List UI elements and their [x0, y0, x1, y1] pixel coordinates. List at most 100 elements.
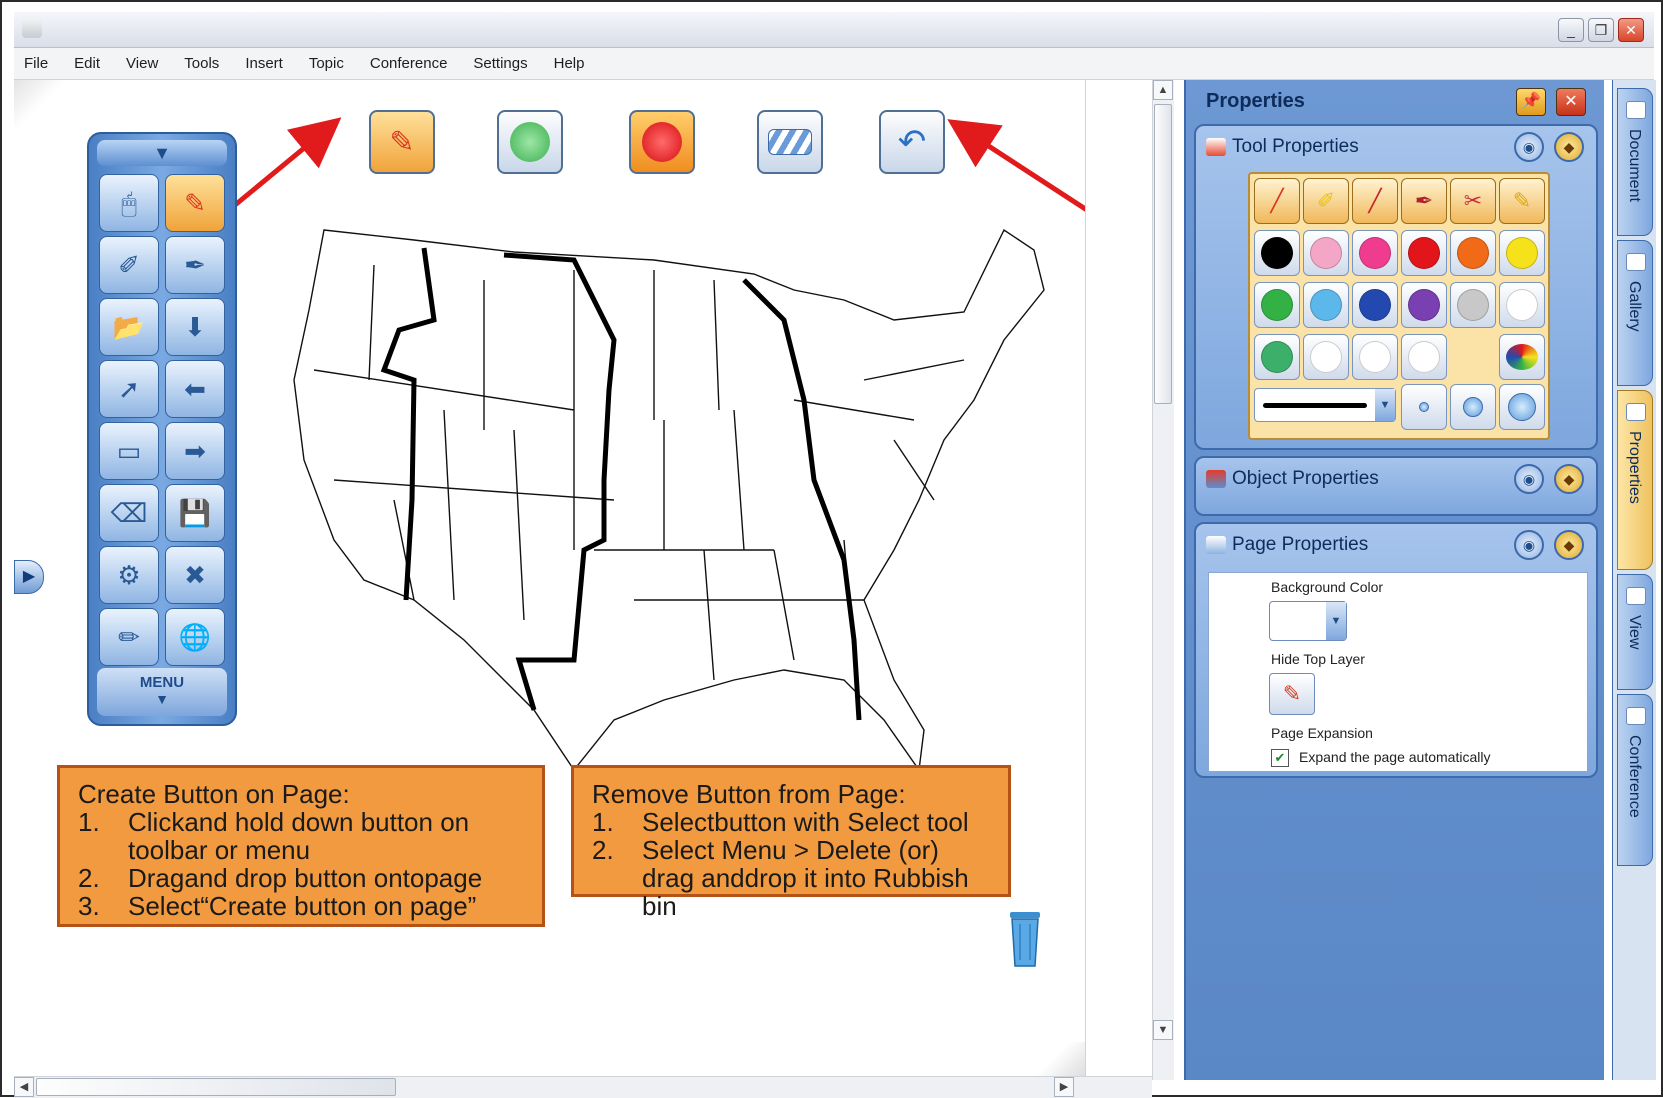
- save-button[interactable]: 💾: [165, 484, 225, 542]
- chevron-down-icon: ▼: [1326, 602, 1346, 640]
- left-panel-handle[interactable]: ▶: [14, 560, 44, 594]
- color-swatch[interactable]: [1254, 282, 1300, 328]
- color-swatch[interactable]: [1303, 282, 1349, 328]
- open-file-button[interactable]: 📂: [99, 298, 159, 356]
- color-swatch[interactable]: [1352, 282, 1398, 328]
- color-swatch[interactable]: [1352, 334, 1398, 380]
- color-swatch[interactable]: [1450, 282, 1496, 328]
- color-swatch[interactable]: [1401, 282, 1447, 328]
- toolbar-menu-button[interactable]: MENU ▼: [97, 668, 227, 716]
- side-tab-view[interactable]: View: [1617, 574, 1653, 690]
- side-tab-label: Gallery: [1626, 281, 1643, 332]
- close-button[interactable]: ✕: [1618, 18, 1644, 42]
- pen-icon: ✎: [184, 188, 206, 218]
- scroll-down-button[interactable]: ▼: [1153, 1020, 1173, 1040]
- mouse-tool-button[interactable]: 🖱: [99, 174, 159, 232]
- tip-tweezers-button[interactable]: ✂: [1450, 178, 1496, 224]
- restore-button[interactable]: ❐: [1588, 18, 1614, 42]
- select-tool-button[interactable]: ➚: [99, 360, 159, 418]
- collapse-section-button[interactable]: ◆: [1554, 530, 1584, 560]
- object-properties-header[interactable]: Object Properties: [1206, 462, 1379, 496]
- clear-button[interactable]: ⌫: [99, 484, 159, 542]
- gallery-tools-button[interactable]: ✏: [99, 608, 159, 666]
- point-size-button[interactable]: [1401, 384, 1447, 430]
- menu-tools[interactable]: Tools: [184, 55, 219, 72]
- menu-help[interactable]: Help: [554, 55, 585, 72]
- expand-page-checkbox[interactable]: ✔: [1271, 749, 1289, 767]
- menu-file[interactable]: File: [24, 55, 48, 72]
- delete-page-button[interactable]: ✖: [165, 546, 225, 604]
- resources-button[interactable]: ⚙: [99, 546, 159, 604]
- tip-pen-button[interactable]: ╱: [1254, 178, 1300, 224]
- menu-label: MENU: [139, 674, 185, 691]
- menu-view[interactable]: View: [126, 55, 158, 72]
- tip-brush-button[interactable]: ✎: [1499, 178, 1545, 224]
- side-tab-label: Document: [1626, 129, 1643, 202]
- color-swatch[interactable]: [1499, 282, 1545, 328]
- eye-toggle-button[interactable]: ◉: [1514, 530, 1544, 560]
- line-width-dropdown[interactable]: ▼: [1254, 388, 1396, 422]
- import-button[interactable]: ⬇: [165, 298, 225, 356]
- color-swatch[interactable]: [1352, 230, 1398, 276]
- highlighter-tool-button[interactable]: ✐: [99, 236, 159, 294]
- collapse-section-button[interactable]: ◆: [1554, 464, 1584, 494]
- eye-toggle-button[interactable]: ◉: [1514, 132, 1544, 162]
- eye-toggle-button[interactable]: ◉: [1514, 464, 1544, 494]
- color-swatch[interactable]: [1254, 230, 1300, 276]
- menu-insert[interactable]: Insert: [245, 55, 283, 72]
- color-swatch[interactable]: [1303, 334, 1349, 380]
- eraser-tool-button[interactable]: ▭: [99, 422, 159, 480]
- scroll-right-button[interactable]: ▶: [1054, 1077, 1074, 1097]
- paint-palette-icon: [1506, 344, 1538, 370]
- custom-color-button[interactable]: [1499, 334, 1545, 380]
- color-swatch[interactable]: [1254, 334, 1300, 380]
- tip-calligraphy-pen-button[interactable]: ╱: [1352, 178, 1398, 224]
- tip-highlighter-button[interactable]: ✐: [1303, 178, 1349, 224]
- menu-settings[interactable]: Settings: [473, 55, 527, 72]
- size-dot-icon: [1463, 397, 1483, 417]
- color-swatch[interactable]: [1499, 230, 1545, 276]
- color-swatch[interactable]: [1401, 230, 1447, 276]
- collapse-section-button[interactable]: ◆: [1554, 132, 1584, 162]
- previous-page-button[interactable]: ⬅: [165, 360, 225, 418]
- create-callout-title: Create Button on Page:: [78, 779, 350, 809]
- menu-conference[interactable]: Conference: [370, 55, 448, 72]
- background-color-picker[interactable]: ▼: [1269, 601, 1347, 641]
- next-page-button[interactable]: ➡: [165, 422, 225, 480]
- side-tab-conference[interactable]: Conference: [1617, 694, 1653, 866]
- color-swatch[interactable]: [1450, 230, 1496, 276]
- tool-properties-section: Tool Properties ◉ ◆ ╱ ✐ ╱ ✒ ✂ ✎ ▼: [1194, 124, 1598, 450]
- scroll-up-button[interactable]: ▲: [1153, 80, 1173, 100]
- vertical-scroll-thumb[interactable]: [1154, 104, 1172, 404]
- menu-topic[interactable]: Topic: [309, 55, 344, 72]
- toolbar-collapse-button[interactable]: ▼: [97, 140, 227, 166]
- page-properties-header[interactable]: Page Properties: [1206, 528, 1368, 562]
- side-tab-gallery[interactable]: Gallery: [1617, 240, 1653, 386]
- scroll-left-button[interactable]: ◀: [14, 1077, 34, 1097]
- color-swatch[interactable]: [1401, 334, 1447, 380]
- horizontal-scrollbar[interactable]: ◀ ▶: [14, 1076, 1152, 1098]
- hide-top-layer-button[interactable]: ✎: [1269, 673, 1315, 715]
- hide-top-layer-label: Hide Top Layer: [1271, 651, 1365, 667]
- web-button[interactable]: 🌐: [165, 608, 225, 666]
- color-swatch[interactable]: [1303, 230, 1349, 276]
- page-curl-corner: [1022, 1042, 1085, 1076]
- app-window: _ ❐ ✕ File Edit View Tools Insert Topic …: [0, 0, 1663, 1098]
- close-panel-button[interactable]: ✕: [1556, 88, 1586, 116]
- vertical-scrollbar[interactable]: ▲ ▼: [1152, 80, 1174, 1080]
- magic-pen-button[interactable]: ✒: [165, 236, 225, 294]
- pin-panel-button[interactable]: 📌: [1516, 88, 1546, 116]
- horizontal-scroll-thumb[interactable]: [36, 1078, 396, 1096]
- tip-magic-pen-button[interactable]: ✒: [1401, 178, 1447, 224]
- color-dot: [1261, 289, 1293, 321]
- menu-edit[interactable]: Edit: [74, 55, 100, 72]
- tool-properties-header[interactable]: Tool Properties: [1206, 130, 1359, 164]
- minimize-button[interactable]: _: [1558, 18, 1584, 42]
- cursor-arrow-icon: ➚: [118, 374, 140, 404]
- point-size-button[interactable]: [1450, 384, 1496, 430]
- pen-tool-button[interactable]: ✎: [165, 174, 225, 232]
- rubbish-bin-icon[interactable]: [1007, 910, 1043, 968]
- side-tab-document[interactable]: Document: [1617, 88, 1653, 236]
- point-size-button[interactable]: [1499, 384, 1545, 430]
- side-tab-properties[interactable]: Properties: [1617, 390, 1653, 570]
